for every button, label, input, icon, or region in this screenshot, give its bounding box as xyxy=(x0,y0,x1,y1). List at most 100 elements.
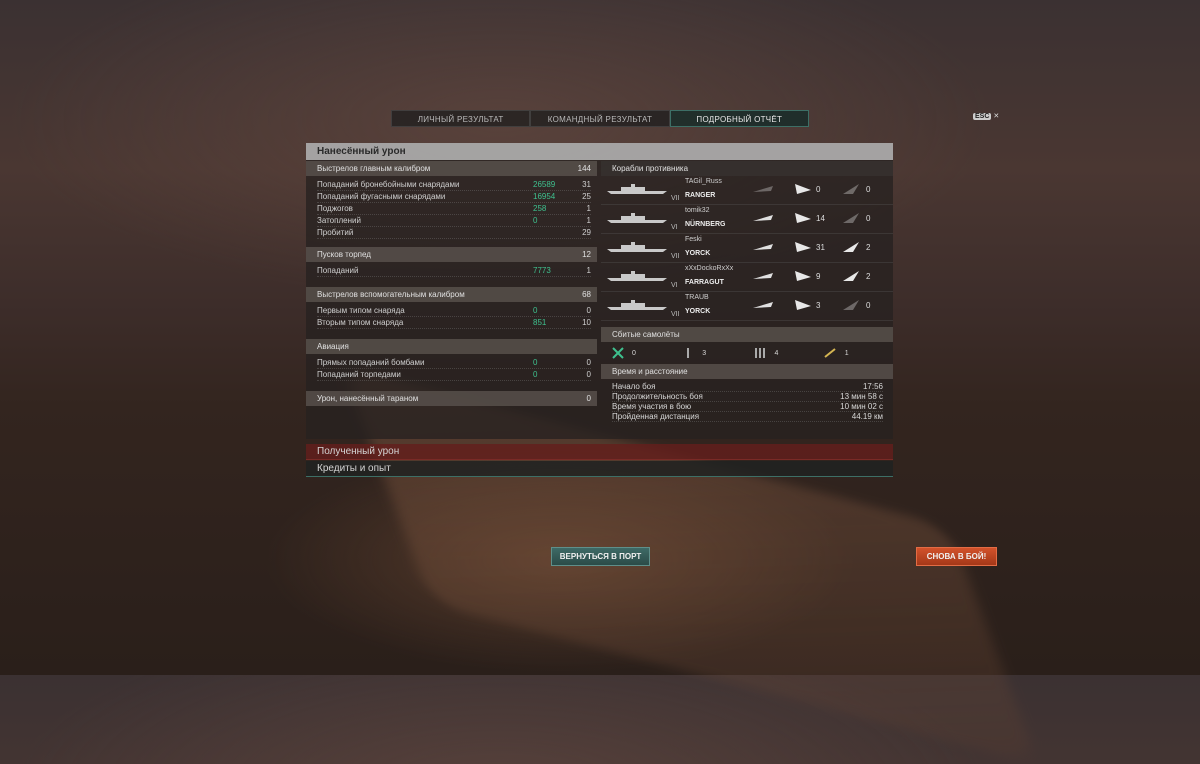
ship-destroyed-icon xyxy=(753,273,773,279)
ship-name: NÜRNBERG xyxy=(685,221,726,228)
spotted-plane-icon xyxy=(795,271,811,281)
ship-silhouette-icon xyxy=(607,271,667,281)
ship-destroyed-icon xyxy=(753,302,773,308)
kill-count: 2 xyxy=(866,272,871,281)
torpedoes-rows: Попаданий 7773 1 xyxy=(306,262,597,281)
kill-count: 0 xyxy=(866,214,871,223)
time-distance-rows: Начало боя 17:56 Продолжительность боя 13 … xyxy=(601,379,893,425)
stat-row: Прямых попаданий бомбами 0 0 xyxy=(317,358,591,369)
time-distance-header: Время и расстояние xyxy=(601,364,893,379)
time-row: Время участия в бою 10 мин 02 с xyxy=(612,402,883,412)
kill-count: 0 xyxy=(866,301,871,310)
ship-tier: VII xyxy=(671,195,680,202)
spotted-count: 9 xyxy=(816,272,821,281)
player-name: TAGil_Russ xyxy=(685,178,722,185)
tab-personal-result[interactable]: ЛИЧНЫЙ РЕЗУЛЬТАТ xyxy=(391,110,531,127)
spotted-plane-icon xyxy=(795,242,811,252)
kill-count: 0 xyxy=(866,185,871,194)
player-name: tomik32 xyxy=(685,207,710,214)
time-row: Пройденная дистанция 44.19 км xyxy=(612,412,883,422)
spotted-count: 14 xyxy=(816,214,825,223)
torpedo-bomber-icon xyxy=(824,348,836,358)
secondary-header: Выстрелов вспомогательным калибром 68 xyxy=(306,287,597,302)
torpedoes-header: Пусков торпед 12 xyxy=(306,247,597,262)
enemy-ship-row: VII TRAUB YORCK 3 0 xyxy=(601,292,893,321)
spotted-plane-icon xyxy=(795,300,811,310)
kill-plane-icon xyxy=(843,242,859,252)
enemy-ship-row: VII Feski YORCK 31 2 xyxy=(601,234,893,263)
battle-again-button[interactable]: СНОВА В БОЙ! xyxy=(916,547,997,566)
enemy-ship-row: VI tomik32 NÜRNBERG 14 0 xyxy=(601,205,893,234)
kill-plane-icon xyxy=(843,300,859,310)
stat-row: Первым типом снаряда 0 0 xyxy=(317,306,591,317)
panel-title[interactable]: Нанесённый урон xyxy=(306,143,893,160)
ship-silhouette-icon xyxy=(607,242,667,252)
ship-tier: VII xyxy=(671,311,680,318)
ship-silhouette-icon xyxy=(607,300,667,310)
aviation-header: Авиация xyxy=(306,339,597,354)
enemy-ship-row: VI xXxDockoRxXx FARRAGUT 9 2 xyxy=(601,263,893,292)
main-battery-rows: Попаданий бронебойными снарядами 26589 31 … xyxy=(306,176,597,243)
kill-count: 2 xyxy=(866,243,871,252)
ship-tier: VII xyxy=(671,253,680,260)
time-row: Продолжительность боя 13 мин 58 с xyxy=(612,392,883,402)
return-to-port-button[interactable]: ВЕРНУТЬСЯ В ПОРТ xyxy=(551,547,650,566)
result-tabs: ЛИЧНЫЙ РЕЗУЛЬТАТ КОМАНДНЫЙ РЕЗУЛЬТАТ ПОД… xyxy=(391,110,809,127)
player-name: Feski xyxy=(685,236,702,243)
stat-row: Затоплений 0 1 xyxy=(317,216,591,227)
time-row: Начало боя 17:56 xyxy=(612,382,883,392)
ship-name: RANGER xyxy=(685,192,716,199)
planes-shot-row: 0 3 4 1 xyxy=(601,342,893,364)
player-name: TRAUB xyxy=(685,294,709,301)
spotted-plane-icon xyxy=(795,184,811,194)
spotted-count: 3 xyxy=(816,301,821,310)
planes-bomber-group: 4 xyxy=(753,347,823,359)
fighter-plane-icon xyxy=(612,347,624,359)
stat-row: Пробитий 29 xyxy=(317,228,591,239)
stat-row: Попаданий фугасными снарядами 16954 25 xyxy=(317,192,591,203)
credits-xp-section[interactable]: Кредиты и опыт xyxy=(306,461,893,477)
tab-detailed-report[interactable]: ПОДРОБНЫЙ ОТЧЁТ xyxy=(669,110,809,127)
ship-silhouette-icon xyxy=(607,213,667,223)
ship-name: FARRAGUT xyxy=(685,279,724,286)
spotted-count: 31 xyxy=(816,243,825,252)
tab-team-result[interactable]: КОМАНДНЫЙ РЕЗУЛЬТАТ xyxy=(530,110,670,127)
planes-shot-header: Сбитые самолёты xyxy=(601,327,893,342)
ship-silhouette-icon xyxy=(607,184,667,194)
kill-plane-icon xyxy=(843,271,859,281)
enemy-ships-header: Корабли противника xyxy=(601,161,893,176)
bomber-plane-icon xyxy=(687,348,690,358)
kill-plane-icon xyxy=(843,184,859,194)
received-damage-section[interactable]: Полученный урон xyxy=(306,444,893,460)
ship-destroyed-icon xyxy=(753,186,773,192)
player-name: xXxDockoRxXx xyxy=(685,265,734,272)
ship-destroyed-icon xyxy=(753,215,773,221)
enemies-column: Корабли противника VII TAGil_Russ RANGER 0 0… xyxy=(601,161,893,425)
stat-row: Попаданий 7773 1 xyxy=(317,266,591,277)
stat-row: Попаданий бронебойными снарядами 26589 31 xyxy=(317,180,591,191)
close-icon: ✕ xyxy=(993,113,1000,120)
enemy-ships-list: VII TAGil_Russ RANGER 0 0 VI tomik32 NÜRNBERG 14… xyxy=(601,176,893,321)
ship-destroyed-icon xyxy=(753,244,773,250)
damage-stats-column: Выстрелов главным калибром 144 Попаданий… xyxy=(306,161,597,406)
ship-tier: VI xyxy=(671,224,678,231)
planes-fighter: 0 xyxy=(612,347,682,359)
planes-bomber-single: 3 xyxy=(682,347,752,359)
main-battery-header: Выстрелов главным калибром 144 xyxy=(306,161,597,176)
aviation-rows: Прямых попаданий бомбами 0 0 Попаданий тор… xyxy=(306,354,597,385)
damage-dealt-panel: Нанесённый урон Выстрелов главным калибр… xyxy=(306,143,893,439)
spotted-plane-icon xyxy=(795,213,811,223)
stat-row: Попаданий торпедами 0 0 xyxy=(317,370,591,381)
ship-tier: VI xyxy=(671,282,678,289)
enemy-ship-row: VII TAGil_Russ RANGER 0 0 xyxy=(601,176,893,205)
bomber-group-icon xyxy=(754,348,765,358)
stat-row: Поджогов 258 1 xyxy=(317,204,591,215)
kill-plane-icon xyxy=(843,213,859,223)
stat-row: Вторым типом снаряда 851 10 xyxy=(317,318,591,329)
secondary-rows: Первым типом снаряда 0 0 Вторым типом снар… xyxy=(306,302,597,333)
ship-name: YORCK xyxy=(685,250,711,257)
ship-name: YORCK xyxy=(685,308,711,315)
ram-damage-header: Урон, нанесённый тараном 0 xyxy=(306,391,597,406)
esc-close-button[interactable]: ESC ✕ xyxy=(973,112,999,120)
spotted-count: 0 xyxy=(816,185,821,194)
